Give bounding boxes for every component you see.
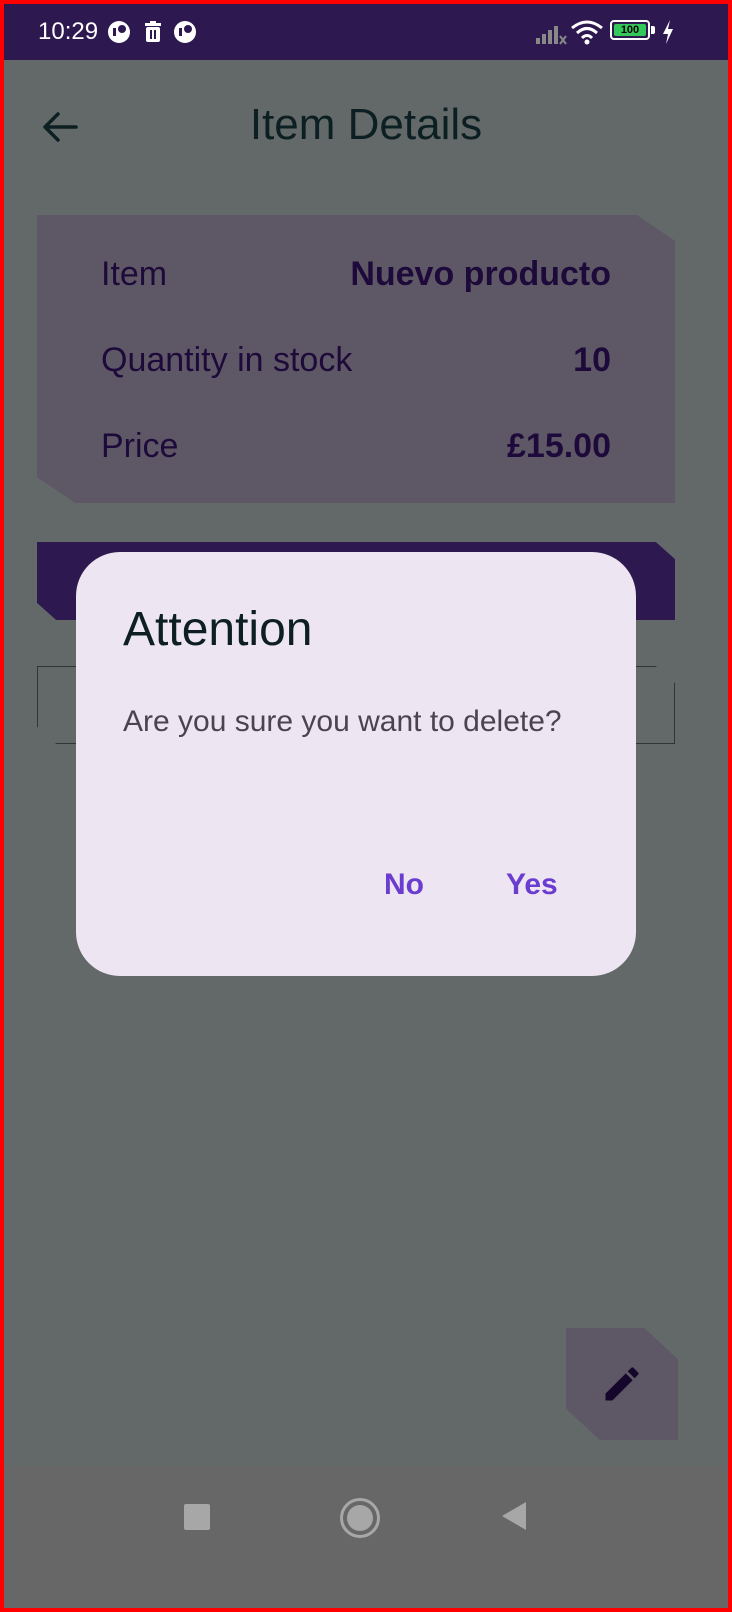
dialog-no-button[interactable]: No: [372, 860, 436, 910]
charging-icon: [663, 20, 673, 44]
page-title: Item Details: [249, 100, 483, 149]
status-time: 10:29: [38, 18, 99, 45]
app-notification-icon: [174, 21, 196, 43]
recent-apps-icon[interactable]: [184, 1504, 210, 1530]
wifi-icon: [571, 20, 603, 45]
edit-fab[interactable]: [566, 1328, 678, 1440]
detail-row-item: Item Nuevo producto: [101, 255, 611, 303]
dialog-message: Are you sure you want to delete?: [123, 705, 562, 738]
detail-label: Quantity in stock: [101, 341, 353, 379]
device-frame: 10:29 100 Item Details Item Nuevo produc…: [0, 0, 732, 1612]
back-icon[interactable]: [502, 1502, 526, 1530]
detail-value: Nuevo producto: [350, 255, 611, 293]
detail-label: Price: [101, 427, 179, 465]
battery-icon: 100: [610, 20, 650, 40]
system-nav-bar: [4, 1466, 728, 1608]
detail-value: 10: [573, 341, 611, 379]
item-details-card: Item Nuevo producto Quantity in stock 10…: [37, 215, 675, 503]
dialog-yes-button[interactable]: Yes: [494, 860, 570, 910]
home-icon[interactable]: [340, 1498, 380, 1538]
top-app-bar: Item Details: [4, 60, 728, 180]
detail-value: £15.00: [507, 427, 611, 465]
status-bar: 10:29 100: [4, 4, 728, 60]
detail-row-quantity: Quantity in stock 10: [101, 341, 611, 389]
battery-level: 100: [614, 24, 646, 36]
signal-icon: [536, 26, 567, 45]
detail-row-price: Price £15.00: [101, 427, 611, 475]
detail-label: Item: [101, 255, 168, 293]
trash-notification-icon: [145, 21, 161, 42]
dialog-title: Attention: [123, 603, 313, 656]
edit-pencil-icon: [605, 1367, 639, 1401]
battery-nub: [651, 26, 655, 34]
delete-confirmation-dialog: Attention Are you sure you want to delet…: [76, 552, 636, 976]
app-notification-icon: [108, 21, 130, 43]
